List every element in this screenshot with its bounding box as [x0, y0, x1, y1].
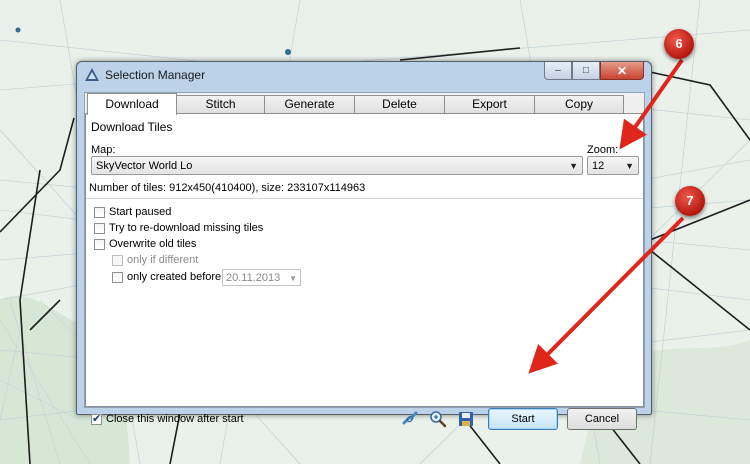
start-button[interactable]: Start: [488, 408, 558, 430]
checkbox-label: only created before: [127, 271, 222, 283]
start-paused-checkbox[interactable]: Start paused: [94, 206, 171, 218]
date-picker[interactable]: 20.11.2013 ▼: [222, 269, 301, 286]
tab-generate[interactable]: Generate: [264, 95, 355, 113]
chevron-down-icon: ▼: [289, 274, 297, 283]
selection-manager-window: Selection Manager – □ ✕ Download Stitch …: [76, 61, 652, 430]
close-button[interactable]: ✕: [600, 62, 644, 80]
checkbox-box[interactable]: [94, 238, 105, 250]
map-label: Map:: [91, 144, 116, 156]
tab-export[interactable]: Export: [444, 95, 535, 113]
overwrite-old-checkbox[interactable]: Overwrite old tiles: [94, 238, 196, 250]
redownload-missing-checkbox[interactable]: Try to re-download missing tiles: [94, 222, 263, 234]
checkbox-label: Start paused: [109, 206, 172, 218]
tiles-info: Number of tiles: 912x450(410400), size: …: [89, 182, 366, 194]
checkbox-box[interactable]: [112, 271, 123, 283]
chevron-down-icon: ▼: [569, 161, 578, 171]
link-icon[interactable]: [401, 410, 419, 428]
zoom-label: Zoom:: [587, 144, 619, 156]
dialog-client-area: Download Stitch Generate Delete Export C…: [84, 92, 645, 430]
only-created-before-checkbox[interactable]: only created before: [112, 271, 221, 283]
window-title: Selection Manager: [105, 68, 206, 82]
checkbox-box[interactable]: [94, 222, 105, 234]
zoom-select-value: 12: [592, 160, 605, 172]
zoom-select[interactable]: 12 ▼: [587, 156, 639, 175]
step-marker-7: 7: [675, 186, 705, 216]
date-value: 20.11.2013: [226, 272, 281, 284]
checkbox-label: Try to re-download missing tiles: [109, 222, 264, 234]
checkbox-box[interactable]: [91, 412, 102, 425]
minimize-button[interactable]: –: [544, 62, 572, 80]
tab-copy[interactable]: Copy: [534, 95, 624, 113]
tab-stitch[interactable]: Stitch: [176, 95, 265, 113]
tab-delete[interactable]: Delete: [354, 95, 445, 113]
divider: [86, 198, 643, 199]
zoom-icon[interactable]: [429, 410, 447, 428]
tab-download[interactable]: Download: [87, 93, 177, 115]
checkbox-label: Overwrite old tiles: [109, 238, 197, 250]
checkbox-box[interactable]: [94, 206, 105, 218]
checkbox-label: Close this window after start: [106, 413, 244, 425]
app-icon: [85, 68, 99, 81]
checkbox-label: only if different: [127, 254, 199, 266]
step-marker-6: 6: [664, 29, 694, 59]
only-if-different-checkbox[interactable]: only if different: [112, 254, 198, 266]
section-title: Download Tiles: [91, 120, 173, 134]
close-after-start-checkbox[interactable]: Close this window after start: [91, 412, 244, 425]
save-icon[interactable]: [457, 410, 475, 428]
maximize-button[interactable]: □: [572, 62, 600, 80]
tab-bar: Download Stitch Generate Delete Export C…: [85, 93, 644, 115]
cancel-button[interactable]: Cancel: [567, 408, 637, 430]
chevron-down-icon: ▼: [625, 161, 634, 171]
map-select[interactable]: SkyVector World Lo ▼: [91, 156, 583, 175]
title-bar[interactable]: Selection Manager – □ ✕: [77, 62, 651, 88]
checkbox-box[interactable]: [112, 254, 123, 266]
download-panel: Download Tiles Map: SkyVector World Lo ▼…: [85, 113, 644, 407]
map-select-value: SkyVector World Lo: [96, 160, 193, 172]
